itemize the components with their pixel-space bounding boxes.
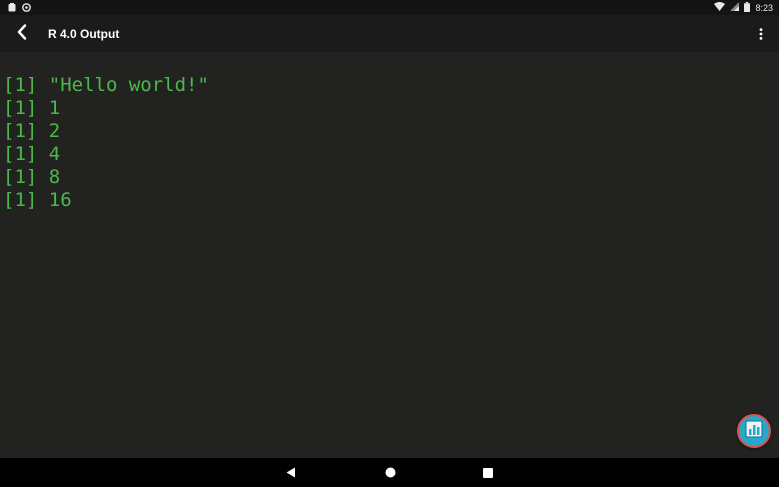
battery-icon (744, 1, 751, 14)
document-chart-icon (745, 420, 763, 442)
chevron-left-icon (16, 23, 28, 44)
status-time: 8:23 (755, 2, 773, 13)
status-bar: 8:23 (0, 0, 779, 15)
signal-icon (730, 2, 740, 13)
notification-icon (7, 3, 16, 12)
navigation-bar (0, 458, 779, 487)
app-bar: R 4.0 Output (0, 15, 779, 52)
recents-square-icon (483, 463, 493, 482)
overflow-menu-button[interactable] (751, 24, 771, 44)
app-screen: 8:23 R 4.0 Output [1] "Hello world!" [1]… (0, 0, 779, 487)
sync-icon (22, 3, 31, 12)
back-button[interactable] (0, 15, 44, 52)
home-circle-icon (385, 463, 396, 482)
more-vert-icon (759, 25, 763, 44)
console-line: [1] 1 (3, 97, 61, 119)
console-line: [1] 16 (3, 189, 72, 211)
console-line: [1] 8 (3, 166, 61, 188)
floating-action-button[interactable] (737, 414, 771, 448)
status-system: 8:23 (714, 1, 773, 14)
nav-recents-button[interactable] (468, 458, 508, 487)
status-notifications (7, 3, 31, 12)
console-output: [1] "Hello world!" [1] 1 [1] 2 [1] 4 [1]… (3, 74, 779, 212)
console-line: [1] 2 (3, 120, 61, 142)
console-line: [1] "Hello world!" (3, 74, 209, 96)
console-line: [1] 4 (3, 143, 61, 165)
wifi-icon (714, 2, 726, 13)
page-title: R 4.0 Output (48, 26, 120, 41)
nav-back-button[interactable] (271, 458, 311, 487)
nav-home-button[interactable] (370, 458, 410, 487)
back-triangle-icon (286, 463, 296, 482)
